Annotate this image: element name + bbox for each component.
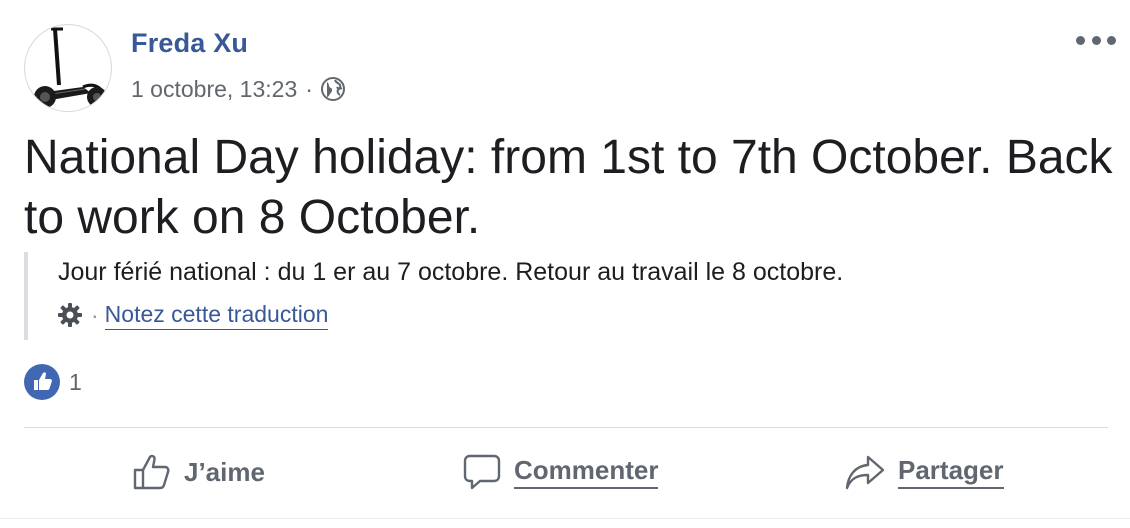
- comment-icon: [463, 454, 501, 490]
- reaction-count: 1: [69, 368, 82, 395]
- rate-translation-link[interactable]: Notez cette traduction: [104, 301, 329, 330]
- post-card: Freda Xu 1 octobre, 13:23 · National Day…: [0, 0, 1130, 528]
- comment-button[interactable]: Commenter: [462, 446, 659, 498]
- like-button[interactable]: J’aime: [132, 446, 265, 498]
- gear-icon[interactable]: [56, 301, 84, 329]
- meta-separator: ·: [305, 75, 313, 102]
- like-label: J’aime: [184, 456, 265, 487]
- share-label: Partager: [898, 455, 1004, 489]
- author-name[interactable]: Freda Xu: [131, 28, 248, 59]
- translation-text: Jour férié national : du 1 er au 7 octob…: [58, 258, 844, 286]
- timestamp[interactable]: 1 octobre, 13:23: [131, 76, 297, 103]
- share-button[interactable]: Partager: [844, 446, 1004, 498]
- scooter-image: [34, 27, 107, 108]
- translation-separator: ·: [91, 301, 99, 328]
- thumbs-up-icon: [133, 454, 170, 490]
- comment-label: Commenter: [514, 455, 659, 489]
- share-icon: [845, 455, 885, 490]
- reactions-summary[interactable]: 1: [24, 364, 82, 400]
- post-text: National Day holiday: from 1st to 7th Oc…: [24, 131, 1113, 244]
- divider: [24, 427, 1108, 428]
- bottom-divider: [0, 518, 1130, 519]
- more-options-icon[interactable]: [1076, 31, 1116, 49]
- translation-actions: · Notez cette traduction: [56, 298, 329, 332]
- like-icon: [24, 364, 60, 400]
- globe-icon[interactable]: [320, 76, 346, 102]
- post-meta: 1 octobre, 13:23 ·: [131, 74, 346, 104]
- translation-block: Jour férié national : du 1 er au 7 octob…: [24, 252, 1088, 340]
- avatar[interactable]: [24, 24, 112, 112]
